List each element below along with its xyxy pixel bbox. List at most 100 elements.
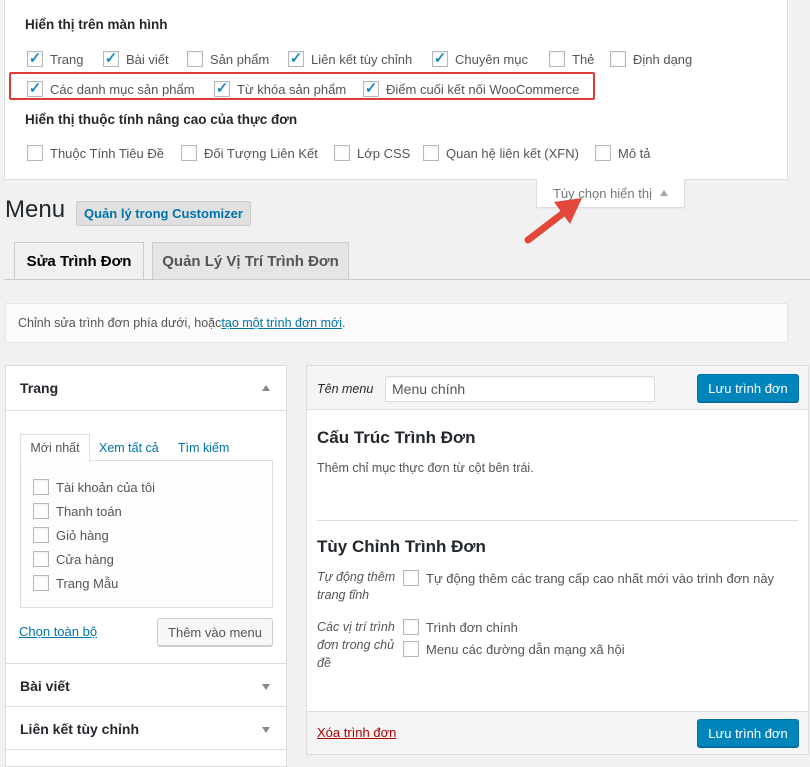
divider xyxy=(6,706,286,707)
chevron-up-icon xyxy=(660,190,668,196)
menu-structure-title: Cấu Trúc Trình Đơn xyxy=(317,428,476,447)
menu-editor-panel: Tên menu Lưu trình đơn Cấu Trúc Trình Đơ… xyxy=(306,365,809,755)
menu-locations-label: Các vị trí trình đơn trong chủ đề xyxy=(317,620,395,670)
menu-settings-title: Tùy Chỉnh Trình Đơn xyxy=(317,537,486,556)
auto-add-pages-label: Tự động thêm trang tĩnh xyxy=(317,570,396,602)
menu-structure-description: Thêm chỉ mục thực đơn từ cột bên trái. xyxy=(317,461,534,475)
highlight-box xyxy=(9,72,595,100)
page-item[interactable]: Tài khoản của tôi xyxy=(33,479,155,495)
checkbox-box[interactable] xyxy=(334,145,350,161)
checkbox-label: Trang xyxy=(50,51,84,67)
add-menu-items-panel: Trang Mới nhất Xem tất cả Tìm kiếm Tài k… xyxy=(5,365,287,767)
checkbox-label: Sản phẩm xyxy=(210,51,270,67)
checkbox-box[interactable] xyxy=(103,51,119,67)
accordion-posts-title[interactable]: Bài viết xyxy=(20,678,70,694)
save-menu-button[interactable]: Lưu trình đơn xyxy=(697,719,799,747)
tab-most-recent[interactable]: Mới nhất xyxy=(20,434,90,462)
checkbox-box[interactable] xyxy=(33,527,49,543)
checkbox-label: Thuộc Tính Tiêu Đề xyxy=(50,145,164,161)
checkbox-box[interactable] xyxy=(403,619,419,635)
tab-manage-locations[interactable]: Quản Lý Vị Trí Trình Đơn xyxy=(152,242,349,280)
page-item[interactable]: Thanh toán xyxy=(33,503,122,519)
checkbox-box[interactable] xyxy=(33,551,49,567)
create-new-menu-link[interactable]: tạo một trình đơn mới xyxy=(221,316,342,330)
page-item-label: Giỏ hàng xyxy=(56,527,109,543)
checkbox-box[interactable] xyxy=(432,51,448,67)
checkbox-css-classes[interactable]: Lớp CSS xyxy=(334,144,410,162)
pointer-arrow-icon xyxy=(524,198,582,244)
page-item-label: Trang Mẫu xyxy=(56,575,119,591)
tab-search[interactable]: Tìm kiếm xyxy=(178,441,229,455)
checkbox-label: Liên kết tùy chỉnh xyxy=(311,51,413,67)
checkbox-box[interactable] xyxy=(595,145,611,161)
menu-name-input[interactable] xyxy=(385,376,655,402)
add-to-menu-button[interactable]: Thêm vào menu xyxy=(157,618,273,646)
checkbox-label: Thẻ xyxy=(572,51,595,67)
checkbox-label: Định dạng xyxy=(633,51,693,67)
checkbox-label: Quan hệ liên kết (XFN) xyxy=(446,145,579,161)
expand-icon[interactable] xyxy=(262,727,270,733)
page-title: Menu xyxy=(5,196,66,223)
checkbox-title-attribute[interactable]: Thuộc Tính Tiêu Đề xyxy=(27,144,164,162)
tab-view-all[interactable]: Xem tất cả xyxy=(99,441,159,455)
checkbox-box[interactable] xyxy=(33,479,49,495)
checkbox-pages[interactable]: Trang xyxy=(27,50,83,68)
checkbox-label: Lớp CSS xyxy=(357,145,411,161)
divider xyxy=(6,663,286,664)
checkbox-link-target[interactable]: Đối Tượng Liên Kết xyxy=(181,144,318,162)
checkbox-box[interactable] xyxy=(549,51,565,67)
auto-add-pages-option[interactable]: Tự động thêm các trang cấp cao nhất mới … xyxy=(403,570,774,586)
checkbox-categories[interactable]: Chuyên mục xyxy=(432,50,528,68)
manage-in-customizer-button[interactable]: Quản lý trong Customizer xyxy=(76,201,251,226)
checkbox-box[interactable] xyxy=(33,575,49,591)
checkbox-box[interactable] xyxy=(610,51,626,67)
page-item-label: Tài khoản của tôi xyxy=(56,479,156,495)
checkbox-box[interactable] xyxy=(403,641,419,657)
checkbox-box[interactable] xyxy=(288,51,304,67)
menu-name-label: Tên menu xyxy=(317,382,374,396)
page-item-label: Thanh toán xyxy=(56,503,122,519)
checkbox-box[interactable] xyxy=(33,503,49,519)
accordion-pages-title[interactable]: Trang xyxy=(20,380,58,396)
delete-menu-link[interactable]: Xóa trình đơn xyxy=(317,725,396,740)
checkbox-box[interactable] xyxy=(423,145,439,161)
option-label: Tự động thêm các trang cấp cao nhất mới … xyxy=(426,570,775,586)
checkbox-tags[interactable]: Thẻ xyxy=(549,50,594,68)
checkbox-label: Chuyên mục xyxy=(455,51,528,67)
tab-edit-menus[interactable]: Sửa Trình Đơn xyxy=(14,242,144,280)
checkbox-box[interactable] xyxy=(403,570,419,586)
page-item-label: Cửa hàng xyxy=(56,551,114,567)
select-all-link[interactable]: Chọn toàn bộ xyxy=(19,624,97,639)
save-menu-button[interactable]: Lưu trình đơn xyxy=(697,374,799,402)
divider xyxy=(6,749,286,750)
divider xyxy=(6,410,286,411)
location-social-option[interactable]: Menu các đường dẫn mạng xã hội xyxy=(403,641,625,657)
location-primary-option[interactable]: Trình đơn chính xyxy=(403,619,518,635)
checkbox-box[interactable] xyxy=(27,145,43,161)
checkbox-box[interactable] xyxy=(27,51,43,67)
checkbox-xfn[interactable]: Quan hệ liên kết (XFN) xyxy=(423,144,579,162)
screen-options-heading: Hiển thị trên màn hình xyxy=(25,17,168,32)
checkbox-products[interactable]: Sản phẩm xyxy=(187,50,269,68)
checkbox-formats[interactable]: Định dạng xyxy=(610,50,692,68)
checkbox-posts[interactable]: Bài viết xyxy=(103,50,169,68)
checkbox-label: Đối Tượng Liên Kết xyxy=(204,145,318,161)
page-item[interactable]: Cửa hàng xyxy=(33,551,114,567)
checkbox-custom-links[interactable]: Liên kết tùy chỉnh xyxy=(288,50,412,68)
checkbox-description[interactable]: Mô tả xyxy=(595,144,651,162)
manage-bar-text: Chỉnh sửa trình đơn phía dưới, hoặc xyxy=(18,316,222,330)
page-item[interactable]: Trang Mẫu xyxy=(33,575,118,591)
page-item[interactable]: Giỏ hàng xyxy=(33,527,109,543)
divider xyxy=(317,520,798,521)
checkbox-box[interactable] xyxy=(181,145,197,161)
manage-bar-suffix: . xyxy=(342,316,346,330)
manage-menus-bar: Chỉnh sửa trình đơn phía dưới, hoặc tạo … xyxy=(5,303,788,343)
checkbox-label: Bài viết xyxy=(126,51,169,67)
checkbox-box[interactable] xyxy=(187,51,203,67)
collapse-icon[interactable] xyxy=(262,385,270,391)
menu-header: Tên menu Lưu trình đơn xyxy=(307,366,808,410)
expand-icon[interactable] xyxy=(262,684,270,690)
accordion-custom-links-title[interactable]: Liên kết tùy chỉnh xyxy=(20,721,139,737)
option-label: Menu các đường dẫn mạng xã hội xyxy=(426,641,625,657)
tabs-divider xyxy=(4,279,810,280)
